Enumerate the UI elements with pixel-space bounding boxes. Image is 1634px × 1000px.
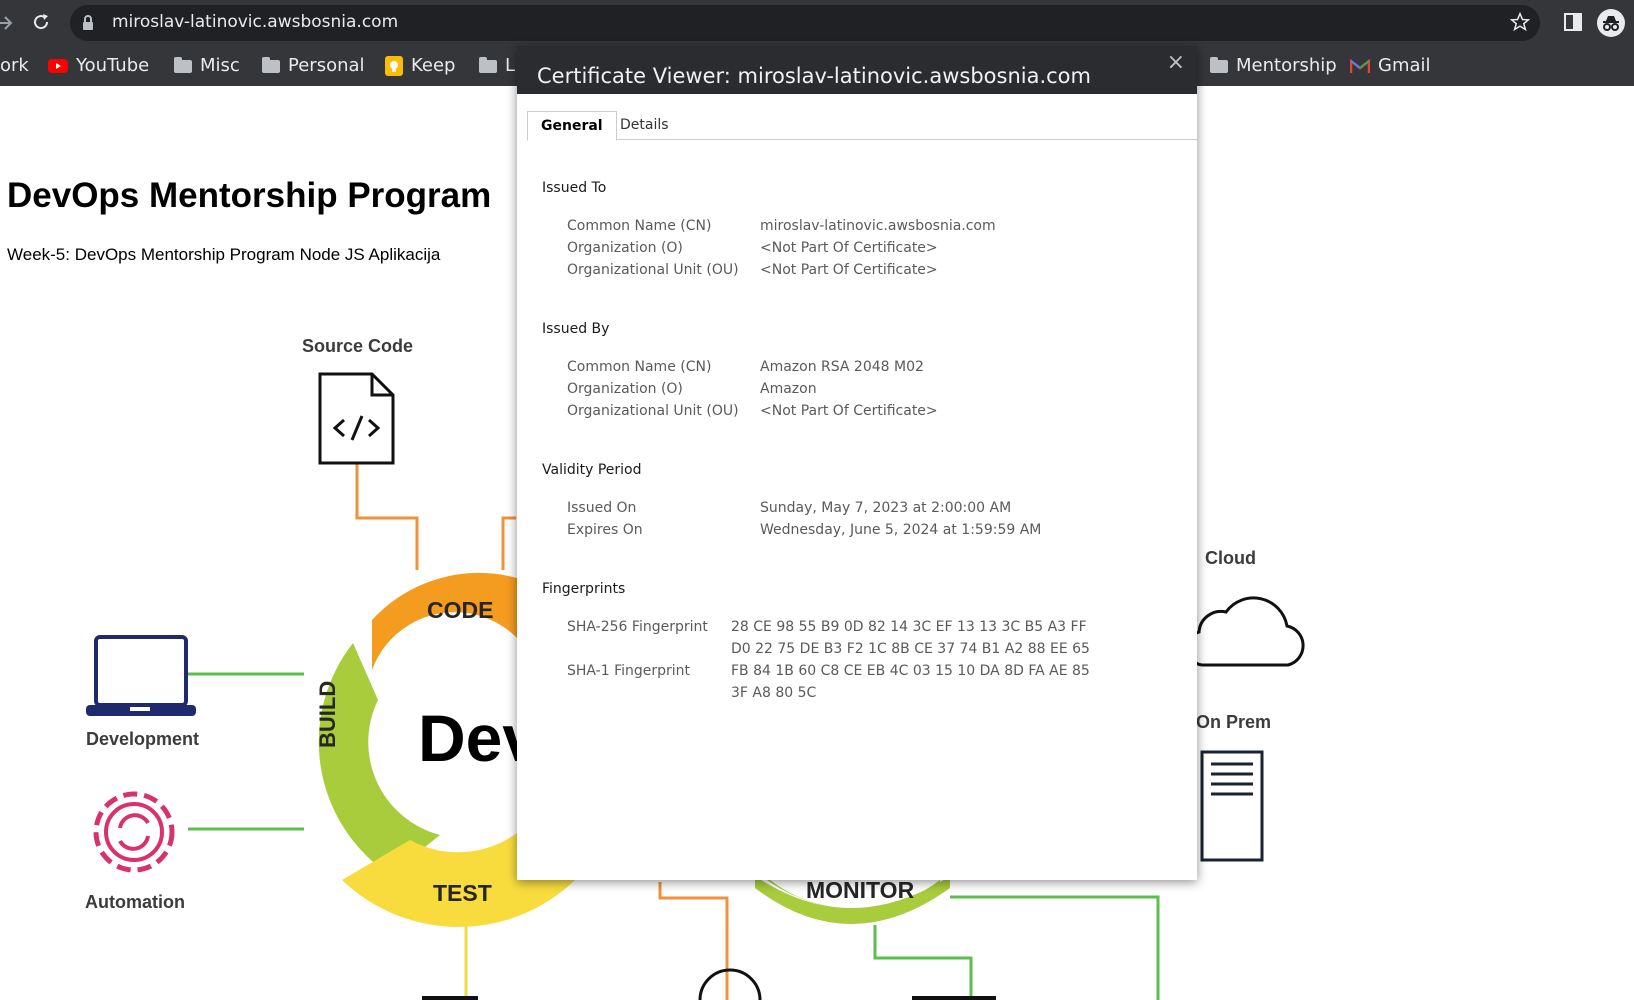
sha1-value-line2: 3F A8 80 5C bbox=[731, 685, 817, 701]
label-automation: Automation bbox=[85, 892, 185, 912]
laptop-icon bbox=[86, 635, 196, 716]
label-source-code: Source Code bbox=[302, 336, 414, 356]
section-issued-to: Issued To bbox=[542, 180, 607, 196]
tab-details[interactable]: Details bbox=[607, 111, 682, 139]
sha1-label: SHA-1 Fingerprint bbox=[567, 663, 691, 679]
tab-general[interactable]: General bbox=[527, 111, 617, 141]
issued-by-cn-label: Common Name (CN) bbox=[567, 359, 712, 375]
sha256-label: SHA-256 Fingerprint bbox=[567, 619, 708, 635]
tab-bar: General Details bbox=[527, 111, 1197, 141]
dialog-title: Certificate Viewer: miroslav-latinovic.a… bbox=[537, 64, 1091, 88]
issued-to-ou-value: <Not Part Of Certificate> bbox=[760, 262, 938, 278]
issued-to-cn-value: miroslav-latinovic.awsbosnia.com bbox=[760, 218, 996, 234]
expires-on-label: Expires On bbox=[567, 522, 643, 538]
certificate-viewer-dialog: Certificate Viewer: miroslav-latinovic.a… bbox=[517, 46, 1197, 880]
sha256-value-line1: 28 CE 98 55 B9 0D 82 14 3C EF 13 13 3C B… bbox=[731, 619, 1087, 635]
label-cycle-code: CODE bbox=[427, 597, 494, 623]
bottom-icons-cropped bbox=[422, 968, 996, 1000]
cloud-icon bbox=[1185, 596, 1305, 667]
sha256-value-line2: D0 22 75 DE B3 F2 1C 8B CE 37 74 B1 A2 8… bbox=[731, 641, 1090, 657]
issued-by-o-value: Amazon bbox=[760, 381, 817, 397]
label-on-prem: On Prem bbox=[1196, 712, 1272, 732]
issued-by-o-label: Organization (O) bbox=[567, 381, 683, 397]
label-cycle-build: BUILD bbox=[315, 680, 340, 748]
label-cycle-test: TEST bbox=[433, 880, 492, 906]
server-icon bbox=[1200, 750, 1264, 862]
issued-to-o-value: <Not Part Of Certificate> bbox=[760, 240, 938, 256]
issued-to-ou-label: Organizational Unit (OU) bbox=[567, 262, 739, 278]
issued-to-o-label: Organization (O) bbox=[567, 240, 683, 256]
label-cloud: Cloud bbox=[1205, 548, 1256, 568]
source-code-icon bbox=[318, 372, 395, 465]
dialog-header: Certificate Viewer: miroslav-latinovic.a… bbox=[517, 46, 1197, 94]
issued-by-cn-value: Amazon RSA 2048 M02 bbox=[760, 359, 924, 375]
section-fingerprints: Fingerprints bbox=[542, 581, 626, 597]
issued-on-label: Issued On bbox=[567, 500, 637, 516]
sha1-value-line1: FB 84 1B 60 C8 CE EB 4C 03 15 10 DA 8D F… bbox=[731, 663, 1090, 679]
expires-on-value: Wednesday, June 5, 2024 at 1:59:59 AM bbox=[760, 522, 1042, 538]
label-cycle-monitor: MONITOR bbox=[806, 877, 915, 903]
section-issued-by: Issued By bbox=[542, 321, 610, 337]
label-development: Development bbox=[86, 729, 200, 749]
issued-by-ou-label: Organizational Unit (OU) bbox=[567, 403, 739, 419]
section-validity-period: Validity Period bbox=[542, 462, 642, 478]
issued-to-cn-label: Common Name (CN) bbox=[567, 218, 712, 234]
close-icon[interactable]: × bbox=[1167, 50, 1185, 75]
issued-on-value: Sunday, May 7, 2023 at 2:00:00 AM bbox=[760, 500, 1012, 516]
issued-by-ou-value: <Not Part Of Certificate> bbox=[760, 403, 938, 419]
automation-gear-icon bbox=[93, 791, 175, 873]
